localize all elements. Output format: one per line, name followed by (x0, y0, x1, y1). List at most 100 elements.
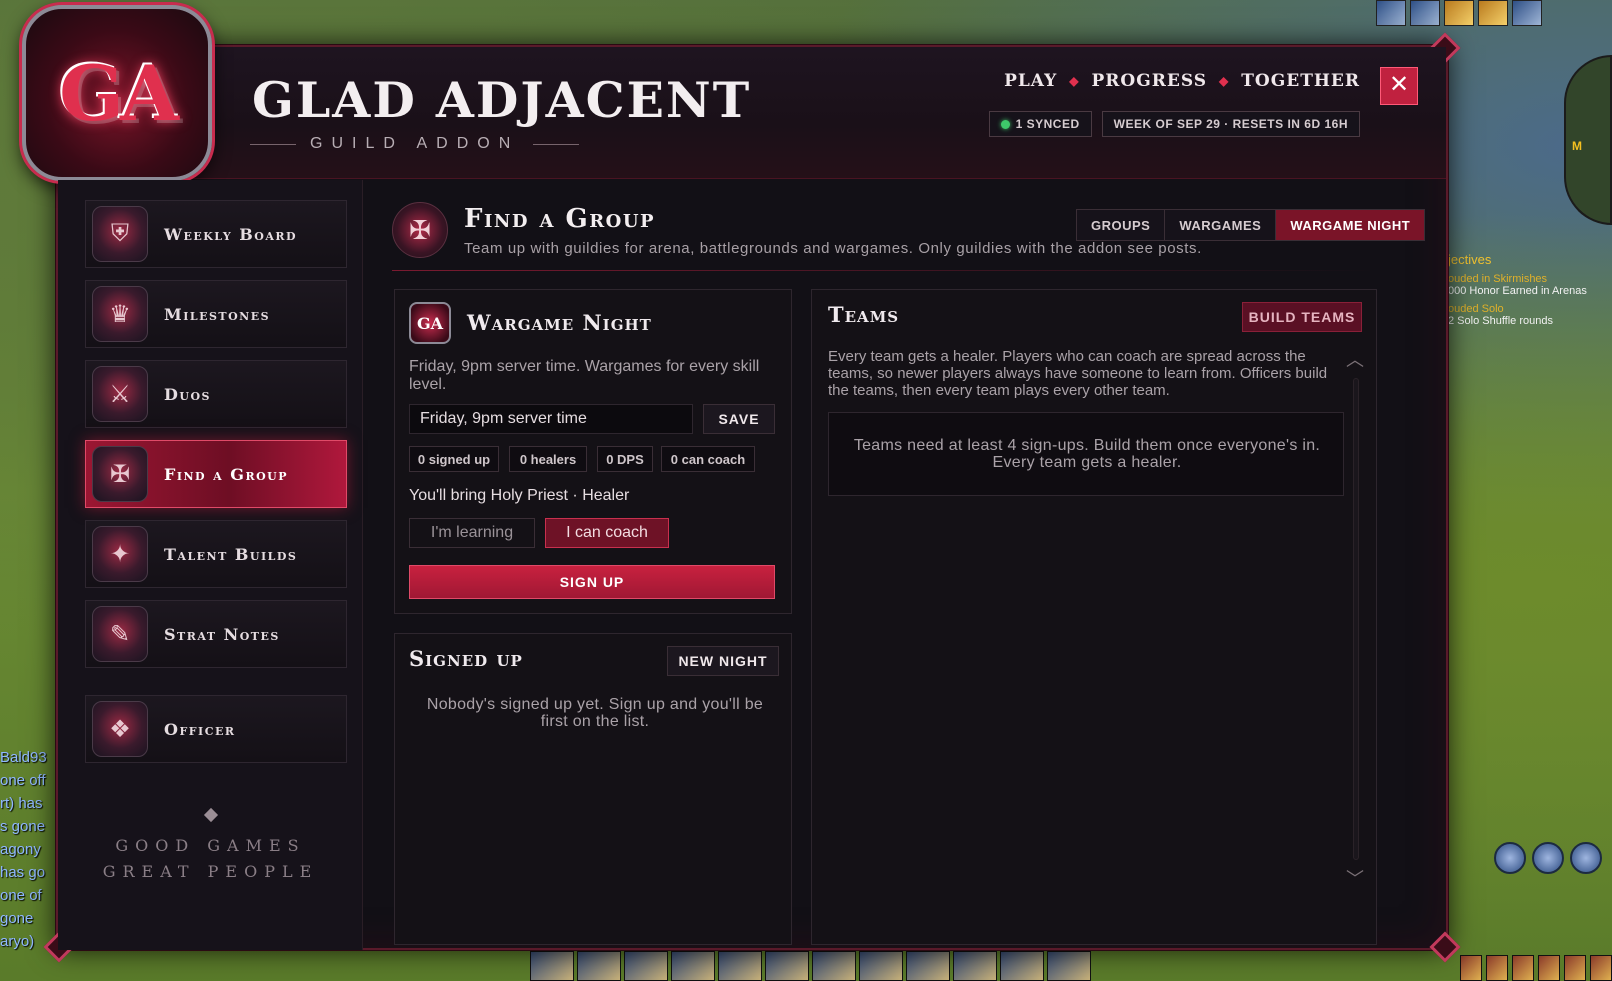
app-title: GLAD ADJACENT (252, 71, 752, 129)
action-slot[interactable] (812, 951, 856, 981)
objective-tracker: jectives ouded in Skirmishes 000 Honor E… (1448, 252, 1612, 327)
group-emblem-icon: ✠ (92, 446, 148, 502)
minimap[interactable]: M (1564, 55, 1612, 225)
buff-icon[interactable] (1512, 0, 1542, 26)
sync-status-text: 1 SYNCED (1015, 117, 1080, 131)
orb-icon[interactable] (1532, 842, 1564, 874)
sidebar-item-strat-notes[interactable]: ✎ Strat Notes (85, 600, 347, 668)
sidebar-item-milestones[interactable]: ♛ Milestones (85, 280, 347, 348)
pvp-orbs (1494, 842, 1602, 874)
minimap-label: M (1572, 139, 1582, 153)
action-slot[interactable] (718, 951, 762, 981)
chat-frame: Bald93 one off rt) has s gone agony has … (0, 746, 52, 953)
chat-line: rt) has (0, 795, 43, 812)
sidebar-item-find-a-group[interactable]: ✠ Find a Group (85, 440, 347, 508)
divider (392, 270, 1377, 271)
coach-toggle[interactable]: I can coach (545, 518, 669, 548)
orb-icon[interactable] (1494, 842, 1526, 874)
diamond-separator-icon: ◆ (1069, 74, 1080, 88)
buff-icon[interactable] (1410, 0, 1440, 26)
objective-line: 2 Solo Shuffle rounds (1448, 315, 1553, 327)
buff-icon[interactable] (1376, 0, 1406, 26)
action-slot[interactable] (671, 951, 715, 981)
action-slot[interactable] (1047, 951, 1091, 981)
status-row: 1 SYNCED WEEK OF SEP 29 · RESETS IN 6D 1… (988, 111, 1360, 137)
week-status-badge: WEEK OF SEP 29 · RESETS IN 6D 16H (1101, 111, 1360, 137)
learning-toggle[interactable]: I'm learning (409, 518, 535, 548)
guild-logo: GA (22, 5, 212, 181)
shield-icon: ⛨ (92, 206, 148, 262)
title-bar: GLAD ADJACENT GUILD ADDON PLAY ◆ PROGRES… (58, 47, 1446, 179)
status-dot-icon (1000, 119, 1010, 129)
objective-title: ouded in Skirmishes (1448, 273, 1548, 285)
build-teams-button[interactable]: BUILD TEAMS (1242, 302, 1362, 332)
orb-icon[interactable] (1570, 842, 1602, 874)
action-slot[interactable] (530, 951, 574, 981)
scroll-icon: ✎ (92, 606, 148, 662)
micro-menu-button[interactable] (1512, 955, 1534, 981)
sidebar-item-label: Officer (164, 719, 236, 739)
chat-line: s gone (0, 818, 46, 835)
buff-icon[interactable] (1478, 0, 1508, 26)
action-slot[interactable] (624, 951, 668, 981)
sidebar-item-officer[interactable]: ❖ Officer (85, 695, 347, 763)
page-title: Find a Group (464, 204, 656, 234)
diamond-ornament-icon (203, 807, 219, 823)
action-slot[interactable] (1000, 951, 1044, 981)
chat-line: one of (0, 887, 42, 904)
sidebar-item-weekly-board[interactable]: ⛨ Weekly Board (85, 200, 347, 268)
chat-line: one off (0, 772, 46, 789)
action-slot[interactable] (953, 951, 997, 981)
chat-line: agony (0, 841, 41, 858)
sign-up-button[interactable]: SIGN UP (409, 565, 775, 599)
scrollbar[interactable] (1353, 378, 1359, 860)
tab-wargame-night[interactable]: WARGAME NIGHT (1276, 210, 1425, 240)
micro-menu-button[interactable] (1590, 955, 1612, 981)
empty-state-text: Teams need at least 4 sign-ups. Build th… (853, 437, 1321, 471)
action-slot[interactable] (765, 951, 809, 981)
action-slot[interactable] (577, 951, 621, 981)
crossed-swords-icon: ⚔ (92, 366, 148, 422)
empty-state-text: Nobody's signed up yet. Sign up and you'… (426, 696, 764, 730)
time-input[interactable]: Friday, 9pm server time (409, 404, 693, 434)
action-slot[interactable] (906, 951, 950, 981)
micro-menu-button[interactable] (1564, 955, 1586, 981)
subtitle-text: GUILD ADDON (310, 135, 520, 152)
page-subtitle: Team up with guildies for arena, battleg… (464, 240, 1202, 257)
micro-menu-button[interactable] (1538, 955, 1560, 981)
game-buff-bar (1376, 0, 1542, 26)
group-emblem-icon: ✠ (392, 202, 448, 258)
sync-status-badge: 1 SYNCED (988, 111, 1092, 137)
chat-line: gone (0, 910, 34, 927)
close-button[interactable]: ✕ (1380, 67, 1418, 105)
save-button[interactable]: SAVE (703, 404, 775, 434)
action-slot[interactable] (859, 951, 903, 981)
role-summary: You'll bring Holy Priest · Healer (409, 487, 630, 504)
chat-line: has go (0, 864, 46, 881)
wargame-description: Friday, 9pm server time. Wargames for ev… (409, 358, 760, 393)
micro-menu (1460, 955, 1612, 981)
sidebar-item-label: Milestones (164, 304, 271, 324)
sidebar-item-duos[interactable]: ⚔ Duos (85, 360, 347, 428)
top-nav: PLAY ◆ PROGRESS ◆ TOGETHER (1004, 71, 1360, 91)
panel-title: Signed up (409, 646, 523, 671)
nav-progress[interactable]: PROGRESS (1092, 71, 1208, 91)
motto-line: GOOD GAMES (115, 836, 306, 855)
trophy-icon: ♛ (92, 286, 148, 342)
signed-up-count-badge: 0 signed up (409, 446, 499, 472)
micro-menu-button[interactable] (1460, 955, 1482, 981)
tab-groups[interactable]: GROUPS (1077, 210, 1166, 240)
sidebar-item-talent-builds[interactable]: ✦ Talent Builds (85, 520, 347, 588)
nav-play[interactable]: PLAY (1004, 71, 1057, 91)
buff-icon[interactable] (1444, 0, 1474, 26)
micro-menu-button[interactable] (1486, 955, 1508, 981)
panel-title: Teams (828, 302, 900, 327)
scroll-down-icon[interactable]: ﹀ (1346, 865, 1364, 891)
sidebar-item-label: Find a Group (164, 464, 289, 484)
scroll-up-icon[interactable]: ︿ (1346, 346, 1364, 372)
sidebar-item-label: Strat Notes (164, 624, 280, 644)
tab-wargames[interactable]: WARGAMES (1165, 210, 1277, 240)
panel-title: Wargame Night (467, 310, 652, 335)
nav-together[interactable]: TOGETHER (1241, 71, 1360, 91)
new-night-button[interactable]: NEW NIGHT (667, 646, 779, 676)
